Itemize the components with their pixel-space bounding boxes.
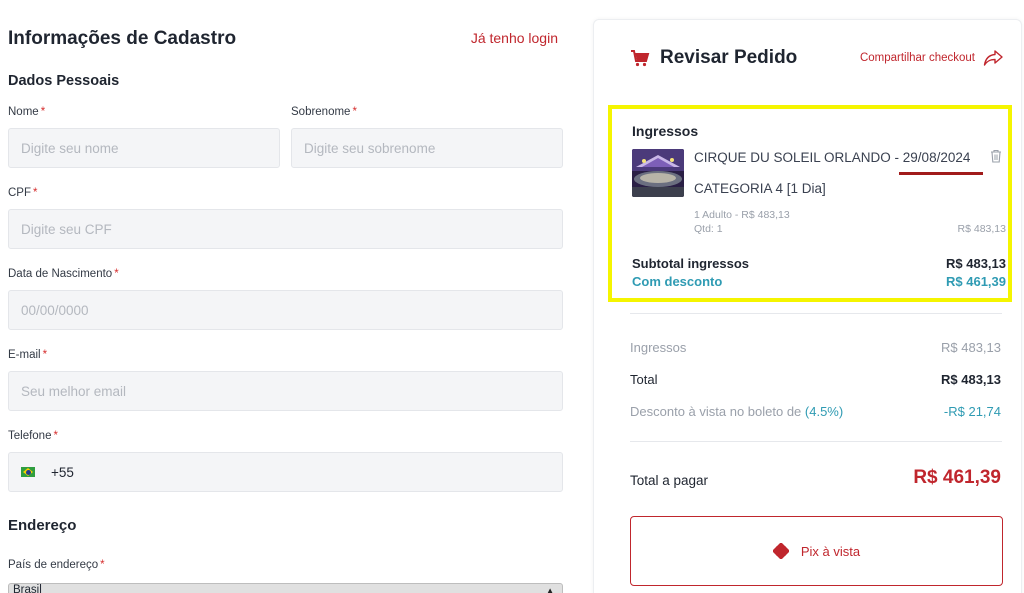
personal-data-heading: Dados Pessoais — [8, 73, 120, 89]
cpf-input[interactable]: Digite seu CPF — [8, 209, 563, 249]
first-name-input[interactable]: Digite seu nome — [8, 128, 280, 168]
share-checkout-link[interactable]: Compartilhar checkout — [860, 50, 1003, 66]
breakdown-total-value: R$ 483,13 — [941, 372, 1001, 387]
share-icon — [983, 50, 1003, 66]
event-name: CIRQUE DU SOLEIL ORLANDO - 29/08/2024 — [694, 150, 971, 165]
phone-input[interactable]: +55 — [8, 452, 563, 492]
event-detail: 1 Adulto - R$ 483,13 — [694, 209, 790, 221]
form-title: Informações de Cadastro — [8, 28, 237, 49]
email-input[interactable]: Seu melhor email — [8, 371, 563, 411]
cash-discount-pct: (4.5%) — [804, 404, 844, 419]
order-summary: Revisar Pedido Compartilhar checkout Ing… — [593, 19, 1022, 593]
discount-value: R$ 461,39 — [946, 274, 1006, 289]
event-thumbnail — [632, 149, 684, 197]
select-arrows-icon: ▲ — [546, 586, 554, 593]
total-pay-label: Total a pagar — [630, 473, 709, 488]
share-checkout-label: Compartilhar checkout — [859, 52, 975, 64]
country-select-value: Brasil — [13, 584, 42, 593]
last-name-input[interactable]: Digite seu sobrenome — [291, 128, 563, 168]
country-label: País de endereço * — [8, 559, 105, 571]
last-name-label: Sobrenome * — [291, 106, 357, 118]
event-category: CATEGORIA 4 [1 Dia] — [694, 181, 826, 196]
pix-payment-button[interactable]: Pix à vista — [630, 516, 1003, 586]
breakdown-total-label: Total — [630, 372, 658, 387]
discount-label: Com desconto — [632, 274, 723, 289]
breakdown-tickets-label: Ingressos — [630, 340, 687, 355]
birth-date-label: Data de Nascimento * — [8, 268, 119, 280]
subtotal-value: R$ 483,13 — [946, 256, 1006, 271]
tickets-heading: Ingressos — [632, 123, 699, 139]
breakdown-tickets-value: R$ 483,13 — [941, 340, 1001, 355]
birth-date-input[interactable]: 00/00/0000 — [8, 290, 563, 330]
divider — [630, 313, 1002, 314]
subtotal-label: Subtotal ingressos — [632, 256, 750, 271]
trash-icon[interactable] — [990, 149, 1002, 163]
event-price: R$ 483,13 — [957, 223, 1006, 235]
cash-discount-text: Desconto à vista no boleto de — [630, 404, 802, 419]
first-name-label: Nome * — [8, 106, 46, 118]
divider — [630, 441, 1002, 442]
summary-title: Revisar Pedido — [660, 47, 798, 68]
registration-form: Informações de Cadastro Já tenho login D… — [8, 0, 564, 593]
phone-label: Telefone * — [8, 430, 58, 442]
tickets-highlight-box: Ingressos CIRQUE DU SOLEIL ORLANDO - 29/… — [608, 105, 1012, 302]
cart-icon — [631, 50, 650, 67]
address-heading: Endereço — [8, 517, 77, 534]
pix-icon — [772, 543, 789, 559]
cash-discount-value: -R$ 21,74 — [943, 404, 1001, 419]
cash-discount-label: Desconto à vista no boleto de (4.5%) — [630, 404, 843, 419]
phone-country-code: +55 — [51, 464, 74, 480]
event-quantity: Qtd: 1 — [694, 223, 723, 235]
cpf-label: CPF * — [8, 187, 38, 199]
event-date-underline — [899, 172, 983, 175]
country-select[interactable]: Brasil ▲ — [8, 583, 563, 593]
total-pay-value: R$ 461,39 — [913, 467, 1001, 488]
login-link[interactable]: Já tenho login — [471, 30, 558, 46]
summary-header: Revisar Pedido — [630, 47, 797, 69]
pix-button-label: Pix à vista — [800, 543, 861, 559]
brazil-flag-icon[interactable] — [21, 467, 35, 477]
email-label: E-mail * — [8, 349, 48, 361]
